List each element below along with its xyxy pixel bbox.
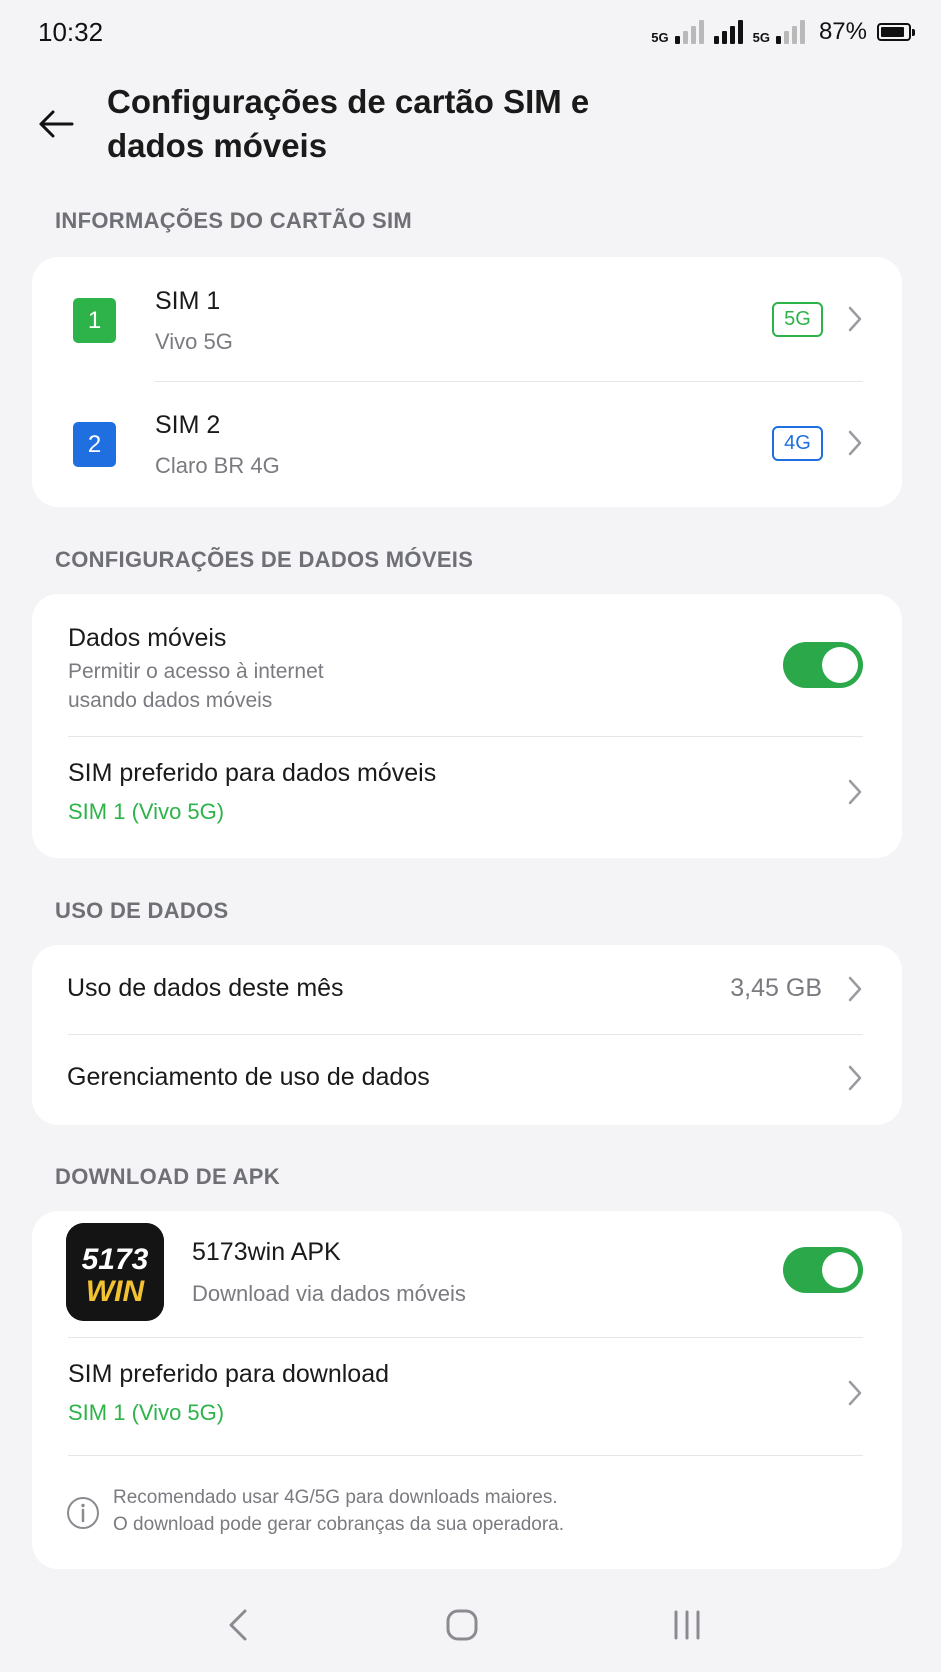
apk-app-row: 5173 WIN 5173win APK Download via dados … bbox=[32, 1211, 902, 1337]
sim-1-network-badge: 5G bbox=[772, 302, 823, 337]
nav-back-button[interactable] bbox=[208, 1600, 268, 1650]
download-note: Recomendado usar 4G/5G para downloads ma… bbox=[32, 1456, 902, 1569]
chevron-right-icon bbox=[848, 976, 862, 1002]
status-icons: 5G 5G 87% bbox=[651, 18, 915, 46]
chevron-right-icon bbox=[848, 1380, 862, 1406]
signal-sim2: 5G bbox=[753, 20, 805, 44]
signal-bars-icon bbox=[775, 20, 805, 44]
mobile-data-sub-line2: usando dados móveis bbox=[68, 689, 273, 712]
preferred-sim-data-row[interactable]: SIM preferido para dados móveis SIM 1 (V… bbox=[32, 737, 902, 858]
preferred-sim-download-title: SIM preferido para download bbox=[68, 1360, 390, 1388]
mobile-data-toggle[interactable] bbox=[783, 642, 863, 688]
monthly-usage-title: Uso de dados deste mês bbox=[67, 974, 344, 1002]
sim-info-card: 1 SIM 1 Vivo 5G 5G 2 SIM 2 Claro BR 4G 4… bbox=[32, 257, 902, 507]
section-label-apk-download: DOWNLOAD DE APK bbox=[55, 1164, 280, 1189]
chevron-right-icon bbox=[848, 306, 862, 332]
app-subtitle: Download via dados móveis bbox=[192, 1281, 466, 1306]
sim-2-badge: 2 bbox=[73, 422, 116, 467]
signal-bars-icon bbox=[713, 20, 743, 44]
nav-recents-icon bbox=[674, 1610, 700, 1640]
page-title-line1: Configurações de cartão SIM e bbox=[107, 83, 590, 120]
chevron-right-icon bbox=[848, 430, 862, 456]
sim-row-1[interactable]: 1 SIM 1 Vivo 5G 5G bbox=[32, 257, 902, 381]
section-label-mobile-data: CONFIGURAÇÕES DE DADOS MÓVEIS bbox=[55, 547, 474, 572]
app-logo-image: 5173 WIN bbox=[66, 1223, 164, 1321]
section-label-data-usage: USO DE DADOS bbox=[55, 898, 229, 923]
nav-home-icon bbox=[446, 1609, 478, 1641]
sim-row-2[interactable]: 2 SIM 2 Claro BR 4G 4G bbox=[32, 382, 902, 507]
preferred-sim-data-title: SIM preferido para dados móveis bbox=[68, 759, 437, 787]
section-label-sim-info: INFORMAÇÕES DO CARTÃO SIM bbox=[55, 208, 413, 233]
battery-fill bbox=[881, 27, 904, 37]
app-logo-text-top: 5173 bbox=[82, 1243, 149, 1276]
sim-1-badge: 1 bbox=[73, 298, 116, 343]
chevron-right-icon bbox=[848, 1065, 862, 1091]
page-title: Configurações de cartão SIM e dados móve… bbox=[107, 80, 667, 168]
sim-2-carrier: Claro BR 4G bbox=[155, 453, 280, 478]
battery-icon bbox=[877, 23, 915, 41]
monthly-usage-row[interactable]: Uso de dados deste mês 3,45 GB bbox=[32, 945, 902, 1034]
app-logo: 5173 WIN bbox=[66, 1223, 164, 1321]
arrow-left-icon bbox=[39, 110, 74, 138]
back-button[interactable] bbox=[30, 98, 82, 150]
sim-2-name: SIM 2 bbox=[155, 411, 221, 439]
page-title-line2: dados móveis bbox=[107, 127, 328, 164]
mobile-data-card: Dados móveis Permitir o acesso à interne… bbox=[32, 594, 902, 858]
preferred-sim-download-row[interactable]: SIM preferido para download SIM 1 (Vivo … bbox=[32, 1338, 902, 1455]
data-usage-card: Uso de dados deste mês 3,45 GB Gerenciam… bbox=[32, 945, 902, 1125]
data-management-row[interactable]: Gerenciamento de uso de dados bbox=[32, 1035, 902, 1125]
apk-download-card: 5173 WIN 5173win APK Download via dados … bbox=[32, 1211, 902, 1569]
data-management-title: Gerenciamento de uso de dados bbox=[67, 1063, 430, 1091]
sim-2-network-badge: 4G bbox=[772, 426, 823, 461]
network-type-label: 5G bbox=[752, 30, 770, 45]
info-icon bbox=[67, 1497, 99, 1529]
mobile-data-row: Dados móveis Permitir o acesso à interne… bbox=[32, 594, 902, 736]
apk-download-toggle[interactable] bbox=[783, 1247, 863, 1293]
signal-sim1: 5G bbox=[651, 20, 704, 45]
preferred-sim-download-value: SIM 1 (Vivo 5G) bbox=[68, 1400, 225, 1425]
nav-recents-button[interactable] bbox=[657, 1600, 717, 1650]
note-line2: O download pode gerar cobranças da sua o… bbox=[113, 1514, 565, 1535]
monthly-usage-value: 3,45 GB bbox=[730, 974, 822, 1002]
nav-home-button[interactable] bbox=[432, 1600, 492, 1650]
app-name: 5173win APK bbox=[192, 1238, 341, 1266]
chevron-right-icon bbox=[848, 779, 862, 805]
preferred-sim-data-value: SIM 1 (Vivo 5G) bbox=[68, 799, 225, 824]
mobile-data-sub-line1: Permitir o acesso à internet bbox=[68, 660, 324, 683]
toggle-knob bbox=[822, 1252, 858, 1288]
note-line1: Recomendado usar 4G/5G para downloads ma… bbox=[113, 1487, 558, 1508]
nav-back-icon bbox=[229, 1609, 247, 1641]
network-type-label: 5G bbox=[651, 30, 669, 45]
app-logo-text-bottom: WIN bbox=[86, 1275, 146, 1308]
sim-1-carrier: Vivo 5G bbox=[155, 329, 233, 354]
battery-percent: 87% bbox=[818, 18, 867, 45]
signal-bars-icon bbox=[674, 20, 704, 44]
toggle-knob bbox=[822, 647, 858, 683]
status-time: 10:32 bbox=[38, 16, 104, 47]
sim-1-name: SIM 1 bbox=[155, 287, 221, 315]
status-bar: 10:32 5G 5G 87% bbox=[0, 0, 941, 64]
mobile-data-title: Dados móveis bbox=[68, 624, 227, 652]
